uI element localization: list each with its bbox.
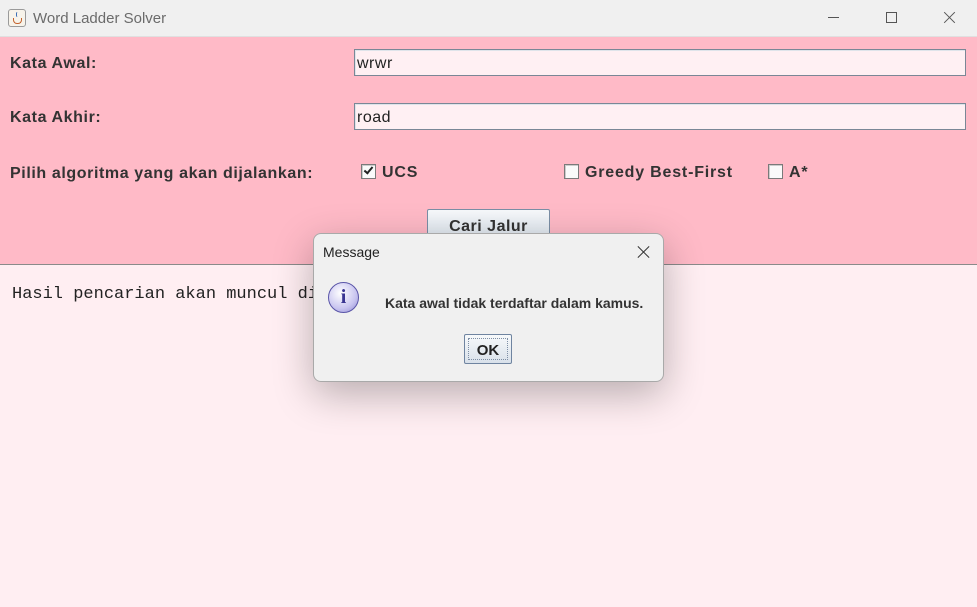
ucs-checkbox[interactable]: [361, 164, 376, 179]
window-title: Word Ladder Solver: [33, 10, 167, 27]
greedy-checkbox[interactable]: [564, 164, 579, 179]
minimize-icon: [828, 17, 839, 18]
greedy-option[interactable]: Greedy Best-First: [564, 164, 754, 182]
dialog-close-button[interactable]: [627, 238, 659, 264]
checkmark-icon: [363, 164, 374, 175]
close-icon: [943, 11, 956, 24]
astar-checkbox[interactable]: [768, 164, 783, 179]
astar-option[interactable]: A*: [768, 164, 818, 182]
maximize-button[interactable]: [862, 0, 920, 36]
ucs-label: UCS: [382, 164, 419, 181]
focus-ring: [468, 338, 508, 360]
dialog-message: Kata awal tidak terdaftar dalam kamus.: [385, 295, 644, 311]
title-bar: Word Ladder Solver: [0, 0, 977, 37]
minimize-button[interactable]: [804, 0, 862, 36]
ucs-option[interactable]: UCS: [361, 164, 431, 182]
close-icon: [637, 245, 650, 258]
dialog-title: Message: [323, 244, 380, 260]
end-word-label: Kata Akhir:: [10, 109, 102, 126]
start-word-input[interactable]: wrwr: [354, 49, 966, 76]
algorithm-label: Pilih algoritma yang akan dijalankan:: [10, 165, 314, 182]
maximize-icon: [886, 12, 897, 23]
start-word-label: Kata Awal:: [10, 55, 97, 72]
input-panel: Kata Awal: wrwr Kata Akhir: road Pilih a…: [0, 37, 977, 264]
info-icon: i: [328, 282, 359, 313]
end-word-input[interactable]: road: [354, 103, 966, 130]
greedy-label: Greedy Best-First: [585, 164, 733, 181]
message-dialog: Message i Kata awal tidak terdaftar dala…: [313, 233, 664, 382]
close-window-button[interactable]: [920, 0, 977, 36]
java-app-icon: [8, 9, 26, 27]
ok-button[interactable]: OK: [464, 334, 512, 364]
astar-label: A*: [789, 164, 809, 181]
